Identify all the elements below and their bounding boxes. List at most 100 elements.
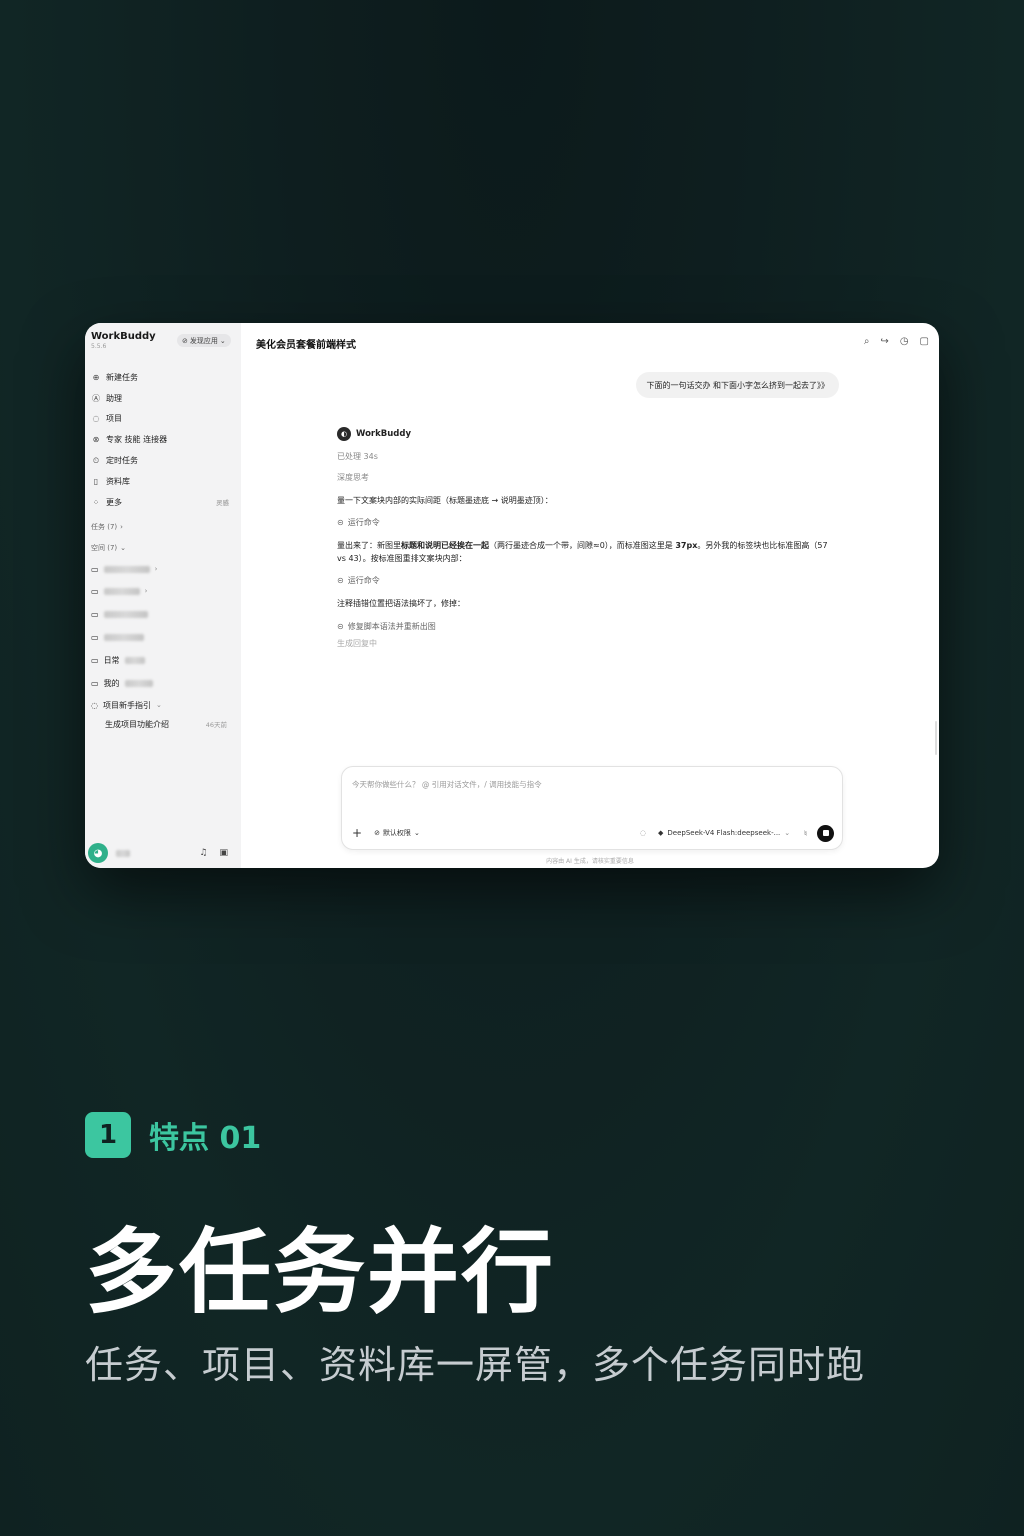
generating-status: 生成回复中 — [337, 638, 377, 648]
message-paragraph: 量一下文案块内部的实际间距（标题墨迹底 → 说明墨迹顶）： — [337, 496, 553, 505]
input-toolbar: + ⊘ 默认权限 ⌄ ◌ ◆ DeepSeek-V4 Flash:deepsee… — [352, 824, 834, 842]
project-group-label: 项目新手指引 — [102, 700, 151, 710]
search-icon[interactable]: ⌕ — [864, 336, 870, 347]
sidebar-item-label: 项目 — [106, 414, 122, 424]
space-item-daily[interactable]: ▭ 日常 — [91, 650, 235, 670]
chevron-down-icon: ⌄ — [784, 829, 791, 837]
sidebar-item-label: 资料库 — [106, 476, 130, 486]
inspiration-link[interactable]: 灵感 — [216, 497, 229, 507]
terminal-icon: ⊝ — [337, 576, 344, 586]
folder-icon: ▭ — [91, 678, 99, 688]
sidebar-item-new-task[interactable]: ⊕ 新建任务 — [91, 367, 235, 388]
ai-disclaimer: 内容由 AI 生成，请核实重要信息 — [546, 858, 634, 865]
sidebar-item-label: 新建任务 — [106, 372, 138, 382]
feature-tag: 特点 01 — [149, 1121, 262, 1156]
sidebar-item-label: 定时任务 — [106, 456, 138, 466]
deepseek-icon: ◆ — [658, 829, 664, 837]
page-title: 美化会员套餐前端样式 — [256, 340, 356, 351]
chat-settings-icon[interactable]: ▣ — [219, 848, 228, 858]
space-item-mine[interactable]: ▭ 我的 — [91, 673, 235, 693]
space-item[interactable]: ▭ — [91, 604, 235, 624]
avatar[interactable]: ◕ — [88, 843, 108, 863]
terminal-icon: ⊝ — [337, 621, 344, 631]
share-icon[interactable]: ↪ — [880, 336, 888, 347]
redacted-label — [103, 565, 150, 573]
redacted-label — [103, 633, 144, 641]
library-icon: ▯ — [93, 476, 99, 486]
sidebar-item-experts[interactable]: ⊗ 专家 技能 连接器 — [91, 429, 235, 450]
chevron-down-icon: ⌄ — [155, 701, 162, 709]
sidebar-item-more[interactable]: ⁘ 更多 灵感 — [91, 492, 235, 513]
bold-span: 标题和说明已经挨在一起 — [401, 541, 489, 551]
space-label: 我的 — [103, 678, 120, 688]
add-attachment-icon[interactable]: + — [352, 826, 362, 840]
project-icon: ◌ — [92, 414, 100, 424]
chat-input-placeholder[interactable]: 今天帮你做些什么？ @ 引用对话文件，/ 调用技能与指令 — [352, 779, 542, 790]
microphone-icon[interactable]: ♮ — [804, 829, 807, 838]
run-command-step[interactable]: ⊝ 运行命令 — [337, 575, 837, 586]
stop-generation-button[interactable] — [817, 824, 834, 842]
scrollbar[interactable] — [935, 721, 937, 755]
model-label: DeepSeek-V4 Flash:deepseek-... — [667, 829, 781, 837]
feature-headline: 多任务并行 — [85, 1219, 556, 1326]
feature-label: 1 特点 01 — [85, 1112, 261, 1158]
chat-panel: 美化会员套餐前端样式 ⌕ ↪ ◷ ▢ 下面的一句话交办 和下面小字怎么挤到一起去… — [241, 323, 939, 868]
chevron-right-icon: › — [154, 565, 158, 573]
tasks-section-header[interactable]: 任务 (7) › — [91, 522, 123, 532]
spaces-section-label: 空间 (7) — [91, 544, 118, 552]
fix-script-step[interactable]: ⊝ 修复脚本语法并重新出图 — [337, 621, 837, 632]
app-name: WorkBuddy — [91, 331, 156, 342]
assistant-header: ◐ WorkBuddy — [337, 427, 837, 441]
redacted-username — [116, 849, 130, 857]
panel-toggle-icon[interactable]: ▢ — [920, 336, 929, 347]
terminal-icon: ⊝ — [337, 518, 344, 528]
app-window: WorkBuddy 5.5.6 ⊘ 发现应用 ⌄ ⊕ 新建任务 Ⓐ 助理 ◌ 项… — [85, 323, 939, 868]
discover-label: 发现应用 — [189, 336, 218, 345]
folder-icon: ▭ — [91, 632, 99, 642]
run-command-step[interactable]: ⊝ 运行命令 — [337, 517, 837, 528]
sidebar-item-library[interactable]: ▯ 资料库 — [91, 471, 235, 492]
sidebar-item-label: 专家 技能 连接器 — [106, 435, 168, 445]
sidebar-item-label: 助理 — [106, 393, 122, 403]
history-icon[interactable]: ◷ — [900, 336, 909, 347]
experts-icon: ⊗ — [92, 435, 100, 445]
task-age: 46天前 — [205, 721, 227, 729]
chevron-down-icon: ⌄ — [413, 829, 420, 837]
sidebar-item-projects[interactable]: ◌ 项目 — [91, 409, 235, 430]
space-item[interactable]: ▭ — [91, 627, 235, 647]
stop-icon — [822, 830, 829, 836]
discover-apps-button[interactable]: ⊘ 发现应用 ⌄ — [177, 334, 231, 347]
project-task-item[interactable]: 生成项目功能介绍 46天前 — [105, 719, 227, 730]
folder-icon: ▭ — [91, 609, 99, 619]
text-span: 量出来了：新图里 — [337, 541, 401, 551]
space-item[interactable]: ▭ › — [91, 581, 235, 601]
space-item[interactable]: ▭ › — [91, 559, 235, 579]
permission-selector[interactable]: ⊘ 默认权限 ⌄ — [374, 828, 420, 838]
user-message: 下面的一句话交办 和下面小字怎么挤到一起去了》》 — [636, 372, 839, 398]
model-selector[interactable]: ◆ DeepSeek-V4 Flash:deepseek-... ⌄ — [658, 829, 790, 837]
step-label: 运行命令 — [347, 518, 380, 528]
plus-circle-icon: ⊕ — [92, 372, 100, 382]
header-toolbar: ⌕ ↪ ◷ ▢ — [864, 336, 929, 347]
sidebar-item-scheduled[interactable]: ⏲ 定时任务 — [91, 450, 235, 471]
chevron-right-icon: › — [120, 523, 123, 531]
tasks-section-label: 任务 (7) — [91, 523, 118, 531]
redacted-label — [103, 610, 148, 618]
sidebar-item-label: 更多 — [106, 497, 122, 507]
assistant-name: WorkBuddy — [356, 429, 411, 439]
feature-subhead: 任务、项目、资料库一屏管，多个任务同时跑 — [85, 1343, 866, 1387]
deep-thinking-toggle[interactable]: 深度思考 — [337, 472, 837, 483]
sidebar-footer: ◕ ♫ ▣ — [88, 842, 238, 864]
chevron-down-icon: ⌄ — [120, 544, 127, 552]
spaces-section-header[interactable]: 空间 (7) ⌄ — [91, 543, 126, 553]
sidebar-item-assistant[interactable]: Ⓐ 助理 — [91, 388, 235, 409]
check-circle-icon: ⊘ — [374, 829, 380, 837]
project-group-guide[interactable]: ◌ 项目新手指引 ⌄ — [91, 695, 235, 715]
chat-input-box[interactable]: 今天帮你做些什么？ @ 引用对话文件，/ 调用技能与指令 + ⊘ 默认权限 ⌄ … — [341, 766, 843, 850]
processed-time[interactable]: 已处理 34s — [337, 451, 837, 462]
bold-span: 37px — [675, 541, 698, 551]
folder-icon: ▭ — [91, 586, 99, 596]
compass-icon: ⊘ — [182, 336, 188, 345]
text-span: （两行墨迹合成一个带，间隙≈0），而标准图这里是 — [489, 541, 676, 551]
bell-icon[interactable]: ♫ — [199, 848, 207, 858]
